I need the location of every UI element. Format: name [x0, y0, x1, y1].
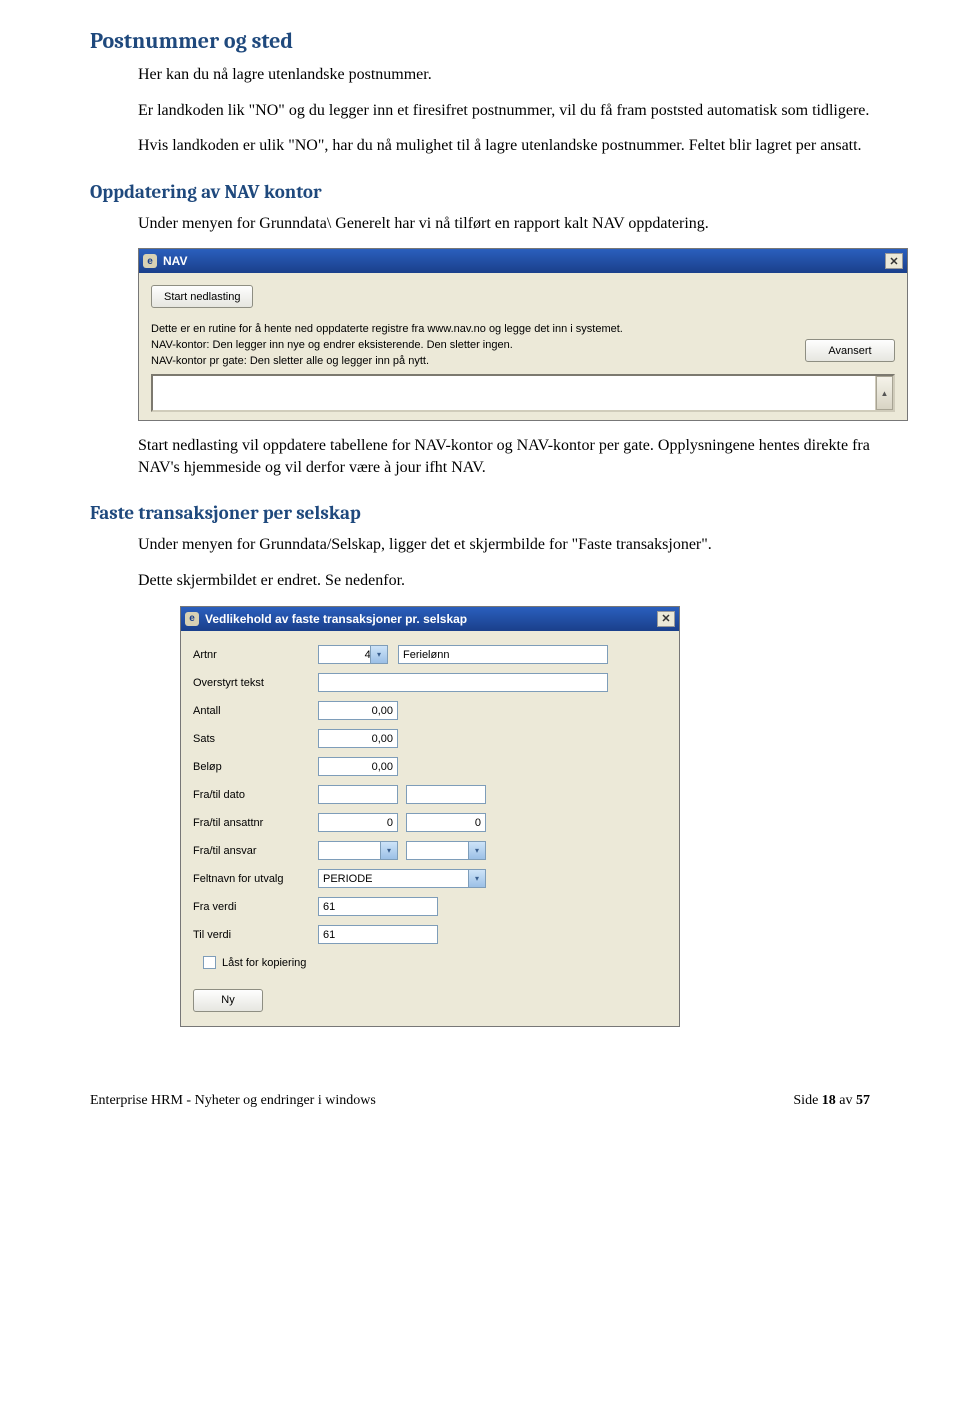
label-feltnavn: Feltnavn for utvalg: [193, 873, 318, 885]
page-footer: Enterprise HRM - Nyheter og endringer i …: [0, 1093, 960, 1127]
label-fratil-dato: Fra/til dato: [193, 789, 318, 801]
footer-text: Side: [793, 1093, 821, 1108]
paragraph: Start nedlasting vil oppdatere tabellene…: [138, 435, 870, 478]
heading-postnummer: Postnummer og sted: [90, 28, 870, 54]
vedl-title: Vedlikehold av faste transaksjoner pr. s…: [205, 612, 467, 626]
paragraph: Her kan du nå lagre utenlandske postnumm…: [138, 64, 870, 86]
close-icon[interactable]: ✕: [657, 611, 675, 627]
nav-line: Dette er en rutine for å hente ned oppda…: [151, 322, 895, 338]
sats-input[interactable]: [318, 729, 398, 748]
label-sats: Sats: [193, 733, 318, 745]
nav-listbox[interactable]: ▲: [151, 374, 895, 412]
scrollbar[interactable]: ▲: [875, 376, 893, 410]
nav-line: NAV-kontor pr gate: Den sletter alle og …: [151, 354, 895, 370]
footer-right: Side 18 av 57: [793, 1093, 870, 1109]
paragraph: Under menyen for Grunndata/Selskap, ligg…: [138, 534, 870, 556]
fra-dato-input[interactable]: [318, 785, 398, 804]
footer-page: 18: [822, 1093, 836, 1108]
label-laast: Låst for kopiering: [222, 957, 306, 969]
label-fra-verdi: Fra verdi: [193, 901, 318, 913]
ny-button[interactable]: Ny: [193, 989, 263, 1012]
chevron-down-icon[interactable]: ▾: [380, 842, 397, 859]
til-verdi-input[interactable]: [318, 925, 438, 944]
vedl-titlebar: e Vedlikehold av faste transaksjoner pr.…: [181, 607, 679, 631]
label-antall: Antall: [193, 705, 318, 717]
chevron-down-icon[interactable]: ▾: [370, 646, 387, 663]
paragraph: Er landkoden lik "NO" og du legger inn e…: [138, 100, 870, 122]
fra-ansattnr-input[interactable]: [318, 813, 398, 832]
label-overstyrt: Overstyrt tekst: [193, 677, 318, 689]
til-ansattnr-input[interactable]: [406, 813, 486, 832]
footer-total: 57: [856, 1093, 870, 1108]
paragraph: Hvis landkoden er ulik "NO", har du nå m…: [138, 135, 870, 157]
overstyrt-input[interactable]: [318, 673, 608, 692]
heading-faste-transaksjoner: Faste transaksjoner per selskap: [90, 502, 870, 524]
label-belop: Beløp: [193, 761, 318, 773]
footer-text: av: [836, 1093, 856, 1108]
heading-oppdatering-nav: Oppdatering av NAV kontor: [90, 181, 870, 203]
label-til-verdi: Til verdi: [193, 929, 318, 941]
nav-title: NAV: [163, 254, 187, 268]
label-fratil-ansvar: Fra/til ansvar: [193, 845, 318, 857]
feltnavn-input[interactable]: [318, 869, 486, 888]
vedlikehold-dialog: e Vedlikehold av faste transaksjoner pr.…: [180, 606, 680, 1027]
label-artnr: Artnr: [193, 649, 318, 661]
scroll-up-icon[interactable]: ▲: [876, 376, 893, 410]
label-fratil-ansattnr: Fra/til ansattnr: [193, 817, 318, 829]
belop-input[interactable]: [318, 757, 398, 776]
artnr-text: [398, 645, 608, 664]
nav-line: NAV-kontor: Den legger inn nye og endrer…: [151, 338, 895, 354]
close-icon[interactable]: ✕: [885, 253, 903, 269]
nav-titlebar: e NAV ✕: [139, 249, 907, 273]
antall-input[interactable]: [318, 701, 398, 720]
nav-description: Dette er en rutine for å hente ned oppda…: [151, 322, 895, 370]
til-dato-input[interactable]: [406, 785, 486, 804]
start-nedlasting-button[interactable]: Start nedlasting: [151, 285, 253, 308]
app-icon: e: [185, 612, 199, 626]
fra-verdi-input[interactable]: [318, 897, 438, 916]
app-icon: e: [143, 254, 157, 268]
paragraph: Under menyen for Grunndata\ Generelt har…: [138, 213, 870, 235]
chevron-down-icon[interactable]: ▾: [468, 870, 485, 887]
nav-dialog: e NAV ✕ Start nedlasting Dette er en rut…: [138, 248, 908, 421]
laast-checkbox[interactable]: [203, 956, 216, 969]
paragraph: Dette skjermbildet er endret. Se nedenfo…: [138, 570, 870, 592]
footer-left: Enterprise HRM - Nyheter og endringer i …: [90, 1093, 376, 1109]
avansert-button[interactable]: Avansert: [805, 339, 895, 362]
chevron-down-icon[interactable]: ▾: [468, 842, 485, 859]
